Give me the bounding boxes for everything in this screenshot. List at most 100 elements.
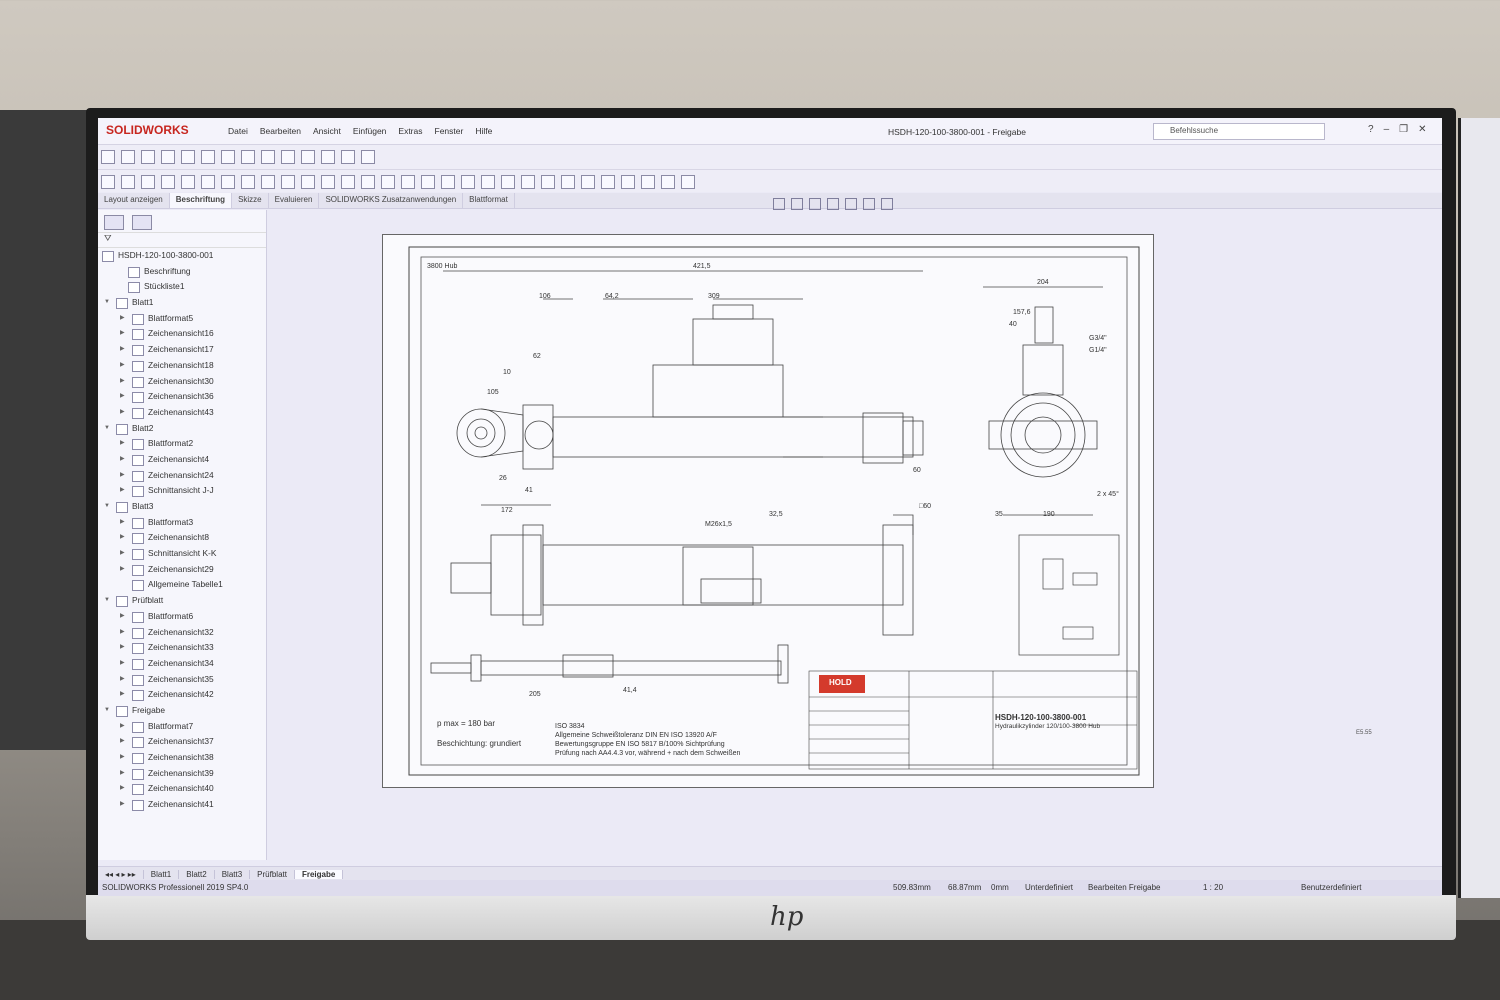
toolbar-tool-icon[interactable] [201, 150, 215, 164]
property-manager-icon[interactable] [132, 215, 152, 230]
toolbar-tool-icon[interactable] [261, 150, 275, 164]
toolbar-tool-icon[interactable] [121, 150, 135, 164]
expand-icon[interactable]: ▼ [104, 421, 110, 437]
collapse-icon[interactable]: ▶ [120, 672, 125, 688]
collapse-icon[interactable]: ▶ [120, 405, 125, 421]
graphics-area[interactable]: 3800 Hub 421,5 106 64,2 309 62 10 105 26… [268, 210, 1428, 860]
toolbar-tool-icon[interactable] [241, 150, 255, 164]
tree-item[interactable]: ▶ Zeichenansicht40 [98, 781, 266, 797]
tree-item[interactable]: ▶ Zeichenansicht32 [98, 625, 266, 641]
tree-item[interactable]: ▼ Blatt1 [98, 295, 266, 311]
toolbar-tool-icon[interactable] [581, 175, 595, 189]
menu-item[interactable]: Datei [228, 126, 248, 136]
toolbar-tool-icon[interactable] [301, 175, 315, 189]
toolbar-tool-icon[interactable] [381, 175, 395, 189]
toolbar-tool-icon[interactable] [221, 150, 235, 164]
toolbar-tool-icon[interactable] [141, 175, 155, 189]
sheet-scale[interactable]: 1 : 20 [1203, 883, 1223, 892]
toolbar-tool-icon[interactable] [601, 175, 615, 189]
filter-icon[interactable]: ⛛ [98, 233, 266, 248]
toolbar-tool-icon[interactable] [281, 175, 295, 189]
toolbar-tool-icon[interactable] [561, 175, 575, 189]
toolbar-tool-icon[interactable] [461, 175, 475, 189]
toolbar-tool-icon[interactable] [441, 175, 455, 189]
expand-icon[interactable]: ▼ [104, 593, 110, 609]
sheet-tab[interactable]: Prüfblatt [250, 869, 295, 879]
tree-item[interactable]: ▶ Zeichenansicht39 [98, 766, 266, 782]
tree-item[interactable]: ▼ Prüfblatt [98, 593, 266, 609]
sheet-tab[interactable]: Blatt2 [179, 869, 215, 879]
collapse-icon[interactable]: ▶ [120, 797, 125, 813]
tree-item[interactable]: ▶ Zeichenansicht43 [98, 405, 266, 421]
collapse-icon[interactable]: ▶ [120, 374, 125, 390]
tree-item[interactable]: ▼ Freigabe [98, 703, 266, 719]
tree-item[interactable]: ▶ Blattformat3 [98, 515, 266, 531]
toolbar-tool-icon[interactable] [621, 175, 635, 189]
drawing-sheet[interactable]: 3800 Hub 421,5 106 64,2 309 62 10 105 26… [382, 234, 1154, 788]
collapse-icon[interactable]: ▶ [120, 750, 125, 766]
toolbar-tool-icon[interactable] [341, 175, 355, 189]
expand-icon[interactable]: ▼ [104, 295, 110, 311]
tree-item[interactable]: ▶ Zeichenansicht8 [98, 530, 266, 546]
collapse-icon[interactable]: ▶ [120, 781, 125, 797]
search-input[interactable]: Befehlssuche [1153, 123, 1325, 140]
zoom-previous-icon[interactable] [809, 198, 821, 210]
sheet-tab[interactable]: Freigabe [294, 869, 344, 879]
collapse-icon[interactable]: ▶ [120, 562, 125, 578]
tab[interactable]: Layout anzeigen [98, 193, 170, 208]
toolbar-tool-icon[interactable] [341, 150, 355, 164]
menu-item[interactable]: Bearbeiten [260, 126, 301, 136]
toolbar-tool-icon[interactable] [521, 175, 535, 189]
zoom-area-icon[interactable] [791, 198, 803, 210]
toolbar-tool-icon[interactable] [281, 150, 295, 164]
collapse-icon[interactable]: ▶ [120, 530, 125, 546]
tree-item[interactable]: ▶ Zeichenansicht29 [98, 562, 266, 578]
display-style-icon[interactable] [863, 198, 875, 210]
tab[interactable]: Skizze [232, 193, 269, 208]
tree-item[interactable]: Stückliste1 [98, 279, 266, 295]
feature-manager-icon[interactable] [104, 215, 124, 230]
collapse-icon[interactable]: ▶ [120, 656, 125, 672]
sheet-tab[interactable]: Blatt3 [215, 869, 251, 879]
expand-icon[interactable]: ▼ [104, 499, 110, 515]
collapse-icon[interactable]: ▶ [120, 468, 125, 484]
toolbar-tool-icon[interactable] [661, 175, 675, 189]
tree-item[interactable]: ▶ Blattformat5 [98, 311, 266, 327]
expand-icon[interactable]: ▼ [104, 703, 110, 719]
tree-item[interactable]: ▼ Blatt3 [98, 499, 266, 515]
toolbar-tool-icon[interactable] [181, 150, 195, 164]
toolbar-tool-icon[interactable] [201, 175, 215, 189]
menu-item[interactable]: Einfügen [353, 126, 387, 136]
toolbar-tool-icon[interactable] [301, 150, 315, 164]
toolbar-tool-icon[interactable] [541, 175, 555, 189]
tree-item[interactable]: ▶ Zeichenansicht30 [98, 374, 266, 390]
collapse-icon[interactable]: ▶ [120, 452, 125, 468]
toolbar-tool-icon[interactable] [501, 175, 515, 189]
rotate-icon[interactable] [827, 198, 839, 210]
toolbar-tool-icon[interactable] [181, 175, 195, 189]
sheet-tab[interactable]: Blatt1 [144, 869, 180, 879]
tab[interactable]: Beschriftung [169, 193, 233, 208]
toolbar-tool-icon[interactable] [421, 175, 435, 189]
tree-item[interactable]: Allgemeine Tabelle1 [98, 577, 266, 593]
tree-item[interactable]: ▶ Zeichenansicht36 [98, 389, 266, 405]
collapse-icon[interactable]: ▶ [120, 326, 125, 342]
sheet-nav-arrows[interactable]: ◂◂ ◂ ▸ ▸▸ [98, 869, 144, 879]
toolbar-tool-icon[interactable] [101, 175, 115, 189]
collapse-icon[interactable]: ▶ [120, 719, 125, 735]
collapse-icon[interactable]: ▶ [120, 687, 125, 703]
collapse-icon[interactable]: ▶ [120, 734, 125, 750]
menu-item[interactable]: Hilfe [475, 126, 492, 136]
tree-item[interactable]: ▶ Zeichenansicht18 [98, 358, 266, 374]
collapse-icon[interactable]: ▶ [120, 766, 125, 782]
toolbar-tool-icon[interactable] [321, 175, 335, 189]
help-icon[interactable]: ? [1368, 124, 1374, 135]
tab[interactable]: SOLIDWORKS Zusatzanwendungen [319, 193, 464, 208]
pan-icon[interactable] [845, 198, 857, 210]
zoom-fit-icon[interactable] [773, 198, 785, 210]
tree-item[interactable]: ▶ Zeichenansicht38 [98, 750, 266, 766]
tree-item[interactable]: ▶ Zeichenansicht16 [98, 326, 266, 342]
tree-item[interactable]: ▶ Schnittansicht K-K [98, 546, 266, 562]
toolbar-tool-icon[interactable] [241, 175, 255, 189]
menu-item[interactable]: Fenster [435, 126, 464, 136]
